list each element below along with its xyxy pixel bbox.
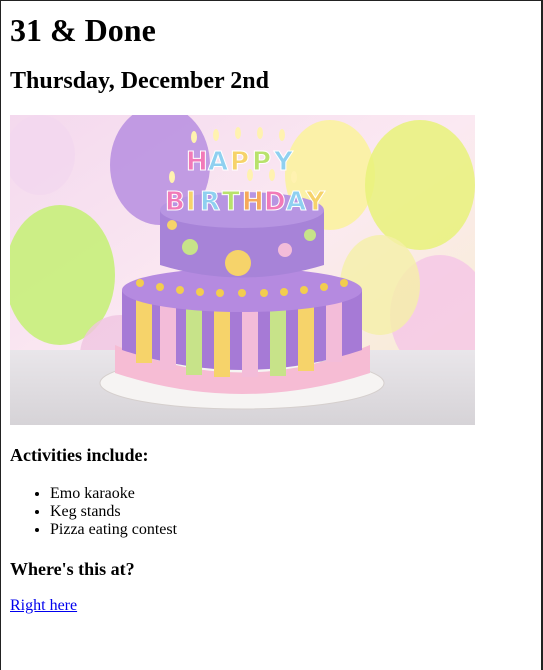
location-heading: Where's this at? [10, 559, 135, 579]
svg-text:Y: Y [305, 187, 326, 217]
cake-illustration: H A P P Y B I R T H D A Y [10, 115, 475, 425]
location-link[interactable]: Right here [10, 597, 77, 615]
svg-text:P: P [230, 147, 249, 177]
activities-list: Emo karaoke Keg stands Pizza eating cont… [10, 485, 177, 539]
svg-text:H: H [242, 187, 264, 217]
birthday-cake-image: H A P P Y B I R T H D A Y [10, 115, 475, 425]
activity-item: Emo karaoke [50, 485, 177, 503]
svg-text:R: R [200, 187, 220, 217]
svg-text:P: P [252, 147, 271, 177]
svg-text:H: H [186, 147, 208, 177]
svg-text:B: B [165, 187, 185, 217]
svg-text:T: T [222, 187, 240, 217]
svg-text:A: A [208, 147, 228, 177]
svg-text:D: D [264, 187, 286, 217]
event-date: Thursday, December 2nd [10, 68, 269, 94]
svg-text:I: I [186, 187, 196, 217]
activity-item: Pizza eating contest [50, 521, 177, 539]
svg-text:A: A [286, 187, 306, 217]
page-title: 31 & Done [10, 12, 156, 48]
svg-text:Y: Y [273, 147, 294, 177]
activity-item: Keg stands [50, 503, 177, 521]
activities-heading: Activities include: [10, 445, 149, 465]
